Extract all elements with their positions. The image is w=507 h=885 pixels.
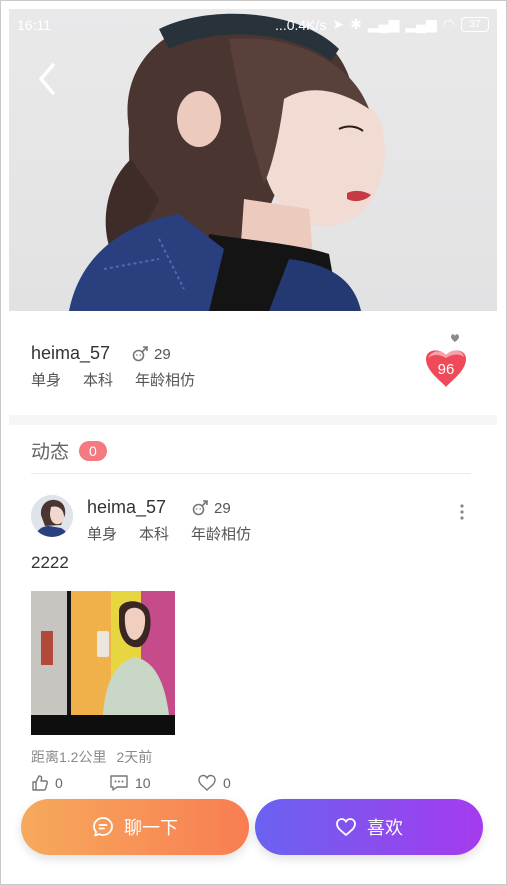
match-score: 96	[437, 361, 455, 378]
chat-button[interactable]: 聊一下	[21, 799, 249, 855]
match-score-badge: 96	[419, 331, 473, 393]
post-meta: 距离1.2公里 2天前	[31, 747, 152, 767]
location-icon: ➤	[332, 16, 345, 32]
post-photo	[31, 591, 175, 735]
battery-icon: 37	[461, 17, 489, 32]
post-age: 29	[214, 499, 231, 517]
status-bar: 16:11 ...0.4K/s ➤ ✱ ▂▄▆ ▂▄▆ ◠ 37	[9, 9, 497, 41]
more-vertical-icon	[460, 504, 464, 520]
like-button-label: 喜欢	[367, 818, 403, 838]
signal-icon: ▂▄▆	[367, 16, 400, 32]
chat-button-label: 聊一下	[124, 818, 178, 838]
post-time: 2天前	[116, 749, 153, 765]
tag-age-match: 年龄相仿	[191, 526, 252, 543]
status-time: 16:11	[17, 17, 51, 33]
like-button[interactable]: 喜欢	[255, 799, 483, 855]
heart-outline-icon	[336, 818, 356, 836]
back-button[interactable]	[33, 61, 63, 97]
favorite-count: 0	[223, 775, 231, 791]
tag-education: 本科	[139, 526, 170, 543]
signal-icon-2: ▂▄▆	[405, 16, 437, 32]
profile-photo: 16:11 ...0.4K/s ➤ ✱ ▂▄▆ ▂▄▆ ◠ 37	[9, 9, 497, 311]
gender-age: 29	[131, 345, 171, 363]
chevron-left-icon	[39, 63, 55, 95]
profile-tags: 单身 本科 年龄相仿	[31, 369, 195, 390]
comment-count: 10	[135, 775, 151, 791]
post-username[interactable]: heima_57	[87, 497, 166, 518]
profile-card: heima_57 29 单身 本科 年龄相仿 96	[9, 311, 497, 415]
like-count: 0	[55, 775, 63, 791]
status-icons: ...0.4K/s ➤ ✱ ▂▄▆ ▂▄▆ ◠ 37	[275, 16, 489, 33]
feed-title: 动态	[31, 442, 70, 463]
phone-frame: 16:11 ...0.4K/s ➤ ✱ ▂▄▆ ▂▄▆ ◠ 37 heima_5…	[0, 0, 507, 885]
bluetooth-icon: ✱	[350, 16, 362, 32]
feed-header: 动态 0	[31, 437, 107, 464]
tag-age-match: 年龄相仿	[135, 372, 196, 389]
post-text: 2222	[31, 553, 69, 572]
screen: 16:11 ...0.4K/s ➤ ✱ ▂▄▆ ▂▄▆ ◠ 37 heima_5…	[9, 9, 497, 877]
tag-education: 本科	[83, 372, 114, 389]
avatar-image	[31, 495, 73, 537]
network-speed: ...0.4K/s	[275, 16, 327, 33]
heart-outline-icon	[198, 774, 216, 791]
comment-icon	[110, 775, 128, 791]
post-tags: 单身 本科 年龄相仿	[87, 523, 251, 544]
thumbs-up-icon	[32, 775, 48, 791]
tag-marital: 单身	[31, 372, 62, 389]
tag-marital: 单身	[87, 526, 118, 543]
male-icon	[192, 500, 208, 516]
profile-username: heima_57	[31, 343, 111, 363]
post-gender-age: 29	[191, 499, 231, 517]
comment-action[interactable]: 10	[109, 774, 197, 792]
post-image[interactable]	[31, 591, 175, 735]
favorite-action[interactable]: 0	[197, 774, 231, 792]
wifi-icon: ◠	[442, 16, 455, 32]
profile-photo-illustration	[69, 13, 385, 311]
avatar[interactable]	[31, 495, 73, 537]
chat-icon	[93, 817, 113, 837]
profile-age: 29	[154, 345, 171, 363]
male-icon	[132, 346, 148, 362]
more-options-button[interactable]	[457, 503, 467, 521]
post-actions: 0 10 0	[31, 774, 231, 792]
feed-count-badge: 0	[79, 440, 107, 461]
like-action[interactable]: 0	[31, 774, 109, 792]
post-distance: 距离1.2公里	[31, 749, 107, 765]
divider	[31, 473, 471, 474]
